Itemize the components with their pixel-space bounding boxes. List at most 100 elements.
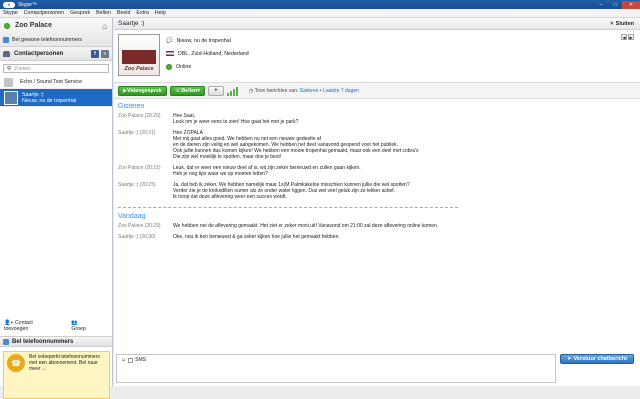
location-text: DBL, Zuid-Holland, Nederland	[178, 50, 249, 57]
close-conversation-button[interactable]: ✕ Sluiten	[610, 21, 634, 27]
video-label: Videogesprek	[127, 87, 162, 94]
message-text: We hebben net de aflevering gemaakt. Het…	[173, 223, 439, 229]
chat-history[interactable]: Gisteren Zoo Palace (20:20) Hee Saar, Leu…	[118, 100, 628, 350]
search-placeholder: Zoeken	[14, 65, 31, 72]
contact-list-icon[interactable]: ≡	[101, 49, 109, 58]
phone-icon	[3, 338, 9, 345]
message-text: Leuk, dat er weer een nieuw deel af is, …	[173, 165, 361, 177]
contact-name: Echo / Sound Test Service	[20, 79, 83, 85]
chat-message: Zoo Palace (20:29) We hebben net de aflev…	[118, 223, 628, 229]
call-quality-icon[interactable]	[226, 86, 243, 96]
call-label: Bellen	[181, 87, 198, 94]
avatar	[4, 90, 18, 105]
mood-text: Nieuw, nu de tropenhal	[176, 37, 231, 44]
message-text: Ja, dat heb ik zeker. We hebben namelijk…	[173, 182, 410, 200]
chat-bubble-icon: 💬	[166, 37, 173, 44]
flag-nl-icon	[166, 51, 174, 56]
call-toolbar: ▶ Videogesprek ☏ Bellen ▾ + ◷ Toon beric…	[114, 83, 640, 99]
call-phones-link[interactable]: Bel gewone telefoonnummers	[3, 37, 82, 43]
call-phones-label: Bel gewone telefoonnummers	[12, 37, 83, 43]
message-sender: Saartje :) (20:21)	[118, 130, 156, 136]
subscription-promo[interactable]: ☎ Bel onbeperkt telefoonnummers met een …	[3, 351, 110, 399]
message-sender: Saartje :) (20:30)	[118, 234, 156, 240]
history-yesterday-link[interactable]: Gisteren	[300, 88, 319, 94]
profile-area: Zoo Palace ⌂ Bel gewone telefoonnummers	[0, 18, 112, 47]
skype-logo-icon: S	[3, 1, 15, 8]
message-text: Hee ZOPALA Met mij gaat alles goed. We h…	[173, 130, 419, 160]
conversation-header: Saartje :) ✕ Sluiten	[114, 18, 640, 30]
group-label: Groep	[71, 326, 86, 332]
contact-mood: Nieuw, nu de tropenhal	[22, 97, 77, 104]
next-icon[interactable]: ▶	[628, 34, 634, 40]
day-header: Gisteren	[118, 103, 145, 110]
phone-icon	[3, 37, 9, 43]
phones-header-label: Bel telefoonnummers	[12, 338, 74, 345]
contacts-icon	[3, 50, 10, 57]
conversation-pane: Saartje :) ✕ Sluiten Zoo Palace 💬 Nieuw, …	[114, 18, 640, 386]
search-input[interactable]: ⚲ Zoeken	[3, 64, 109, 73]
menu-gesprek[interactable]: Gesprek	[70, 10, 90, 16]
profile-nav: ◀ ▶	[621, 34, 634, 40]
search-icon: ⚲	[7, 65, 12, 72]
chat-message: Saartje :) (20:23) Ja, dat heb ik zeker. …	[118, 182, 628, 200]
building-icon	[122, 50, 156, 64]
close-label: Sluiten	[615, 20, 634, 27]
add-contact-label: Contact toevoegen	[4, 320, 33, 332]
user-name: Zoo Palace	[15, 22, 52, 29]
window-title: Skype™	[18, 1, 37, 8]
add-button[interactable]: +	[207, 85, 224, 96]
message-sender: Zoo Palace (20:20)	[118, 113, 161, 119]
menu-skype[interactable]: Skype	[3, 10, 18, 16]
minimize-button[interactable]: –	[594, 1, 608, 9]
contact-actions: 👤+ Contact toevoegen 👥 Groep	[0, 320, 112, 332]
video-call-button[interactable]: ▶ Videogesprek	[118, 85, 167, 96]
history-filter: ◷ Toon berichten van: Gisteren • Laatste…	[248, 87, 359, 94]
chat-message: Saartje :) (20:21) Hee ZOPALA Met mij gaa…	[118, 130, 628, 160]
add-contact-button[interactable]: 👤+ Contact toevoegen	[4, 320, 59, 332]
day-separator	[118, 207, 458, 208]
maximize-button[interactable]: □	[608, 1, 622, 9]
menu-bellen[interactable]: Bellen	[96, 10, 111, 16]
message-input[interactable]: ☺ SMS	[116, 354, 556, 383]
menu-contactpersonen[interactable]: Contactpersonen	[24, 10, 64, 16]
contacts-header[interactable]: Contactpersonen f ≡	[0, 47, 112, 61]
group-button[interactable]: 👥 Groep	[71, 320, 100, 332]
smiley-icon[interactable]: ☺	[121, 357, 126, 363]
sidebar: Zoo Palace ⌂ Bel gewone telefoonnummers …	[0, 18, 113, 399]
mood-row: 💬 Nieuw, nu de tropenhal	[166, 34, 249, 47]
profile-info: 💬 Nieuw, nu de tropenhal DBL, Zuid-Hollan…	[166, 34, 249, 73]
status-row: Online	[166, 60, 249, 73]
location-row: DBL, Zuid-Holland, Nederland	[166, 47, 249, 60]
send-chat-button[interactable]: ➤ Verstuur chatbericht	[560, 354, 634, 364]
message-text: Hee Saar, Leuk om je weer eens te zien! …	[173, 113, 299, 125]
prev-icon[interactable]: ◀	[621, 34, 627, 40]
phones-header[interactable]: Bel telefoonnummers	[0, 336, 112, 347]
promo-icon: ☎	[7, 354, 25, 372]
chat-message: Zoo Palace (20:20) Hee Saar, Leuk om je w…	[118, 113, 628, 125]
close-window-button[interactable]: ✕	[622, 0, 640, 9]
avatar	[4, 77, 13, 87]
history-label: Toon berichten van:	[254, 87, 299, 94]
sms-label: SMS	[135, 357, 146, 363]
profile-panel: Zoo Palace 💬 Nieuw, nu de tropenhal DBL, …	[114, 30, 640, 83]
promo-text: Bel onbeperkt telefoonnummers met een ab…	[29, 354, 100, 372]
contact-saartje[interactable]: Saartje :) Nieuw, nu de tropenhal	[0, 89, 112, 107]
menu-help[interactable]: Help	[155, 10, 166, 16]
sms-checkbox[interactable]	[128, 357, 134, 363]
online-status-icon[interactable]	[4, 22, 10, 29]
profile-picture[interactable]: Zoo Palace	[118, 34, 160, 76]
message-sender: Zoo Palace (20:21)	[118, 165, 161, 171]
menu-extra[interactable]: Extra	[136, 10, 148, 16]
message-sender: Zoo Palace (20:29)	[118, 223, 161, 229]
facebook-icon[interactable]: f	[91, 49, 99, 58]
sms-toggle[interactable]: ☺ SMS	[121, 357, 146, 363]
chat-message: Zoo Palace (20:21) Leuk, dat er weer een …	[118, 165, 628, 177]
contact-echo[interactable]: Echo / Sound Test Service	[0, 76, 112, 89]
history-7days-link[interactable]: Laatste 7 dagen	[323, 88, 359, 94]
chat-message: Saartje :) (20:30) Oke, nou ik ben benieu…	[118, 234, 628, 240]
home-icon[interactable]: ⌂	[102, 22, 107, 31]
call-button[interactable]: ☏ Bellen ▾	[169, 85, 205, 96]
online-icon	[166, 63, 172, 70]
user-status[interactable]: Zoo Palace	[4, 22, 52, 29]
menu-beeld[interactable]: Beeld	[117, 10, 131, 16]
